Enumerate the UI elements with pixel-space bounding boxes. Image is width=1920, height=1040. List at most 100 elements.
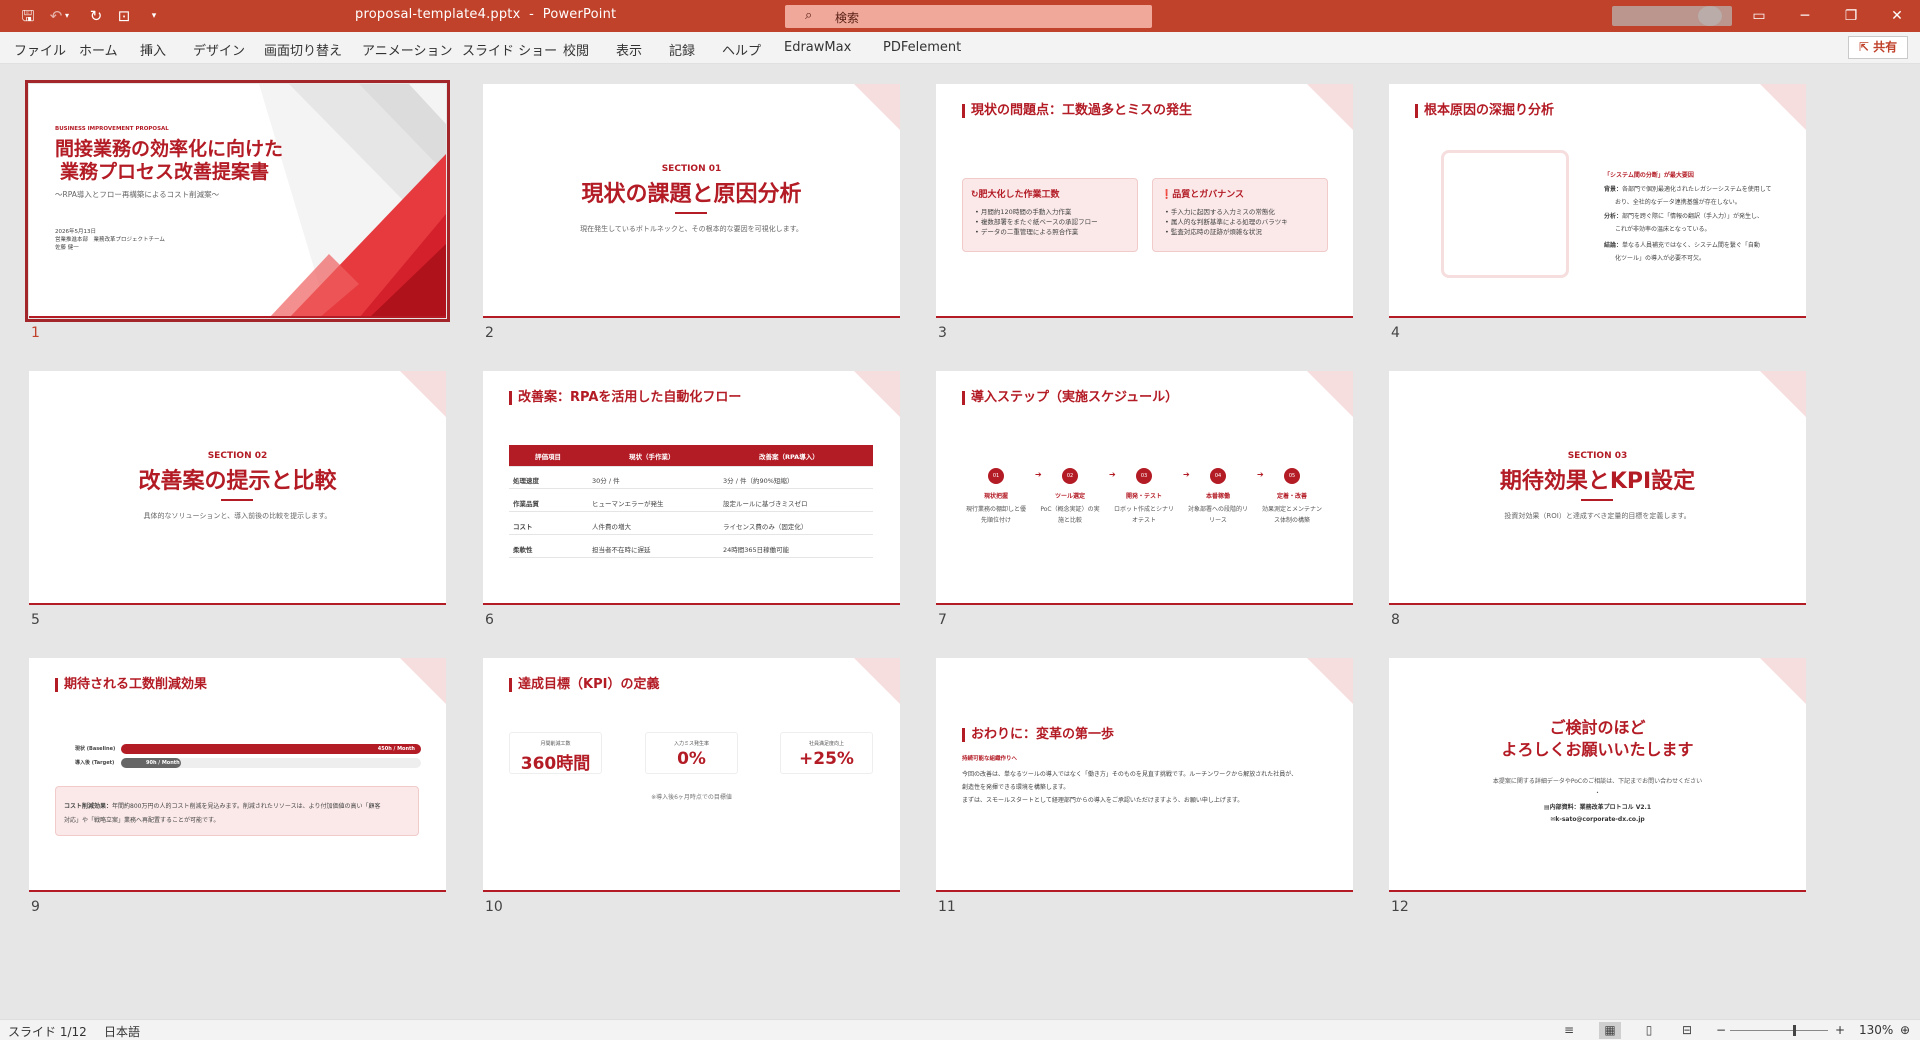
tab-record[interactable]: 記録 (669, 40, 695, 59)
slide-heading: 根本原因の深掘り分析 (1415, 104, 1554, 118)
step-description: 現行業務の棚卸しと優 先順位付け (965, 506, 1026, 524)
title-bar: 🖫 ↶ ▾ ↻ ⊡ ▾ proposal-template4.pptx - Po… (0, 0, 1920, 32)
ribbon-display-options-icon[interactable]: ▭ (1736, 0, 1782, 32)
conclusion-line2: 化ツール」の導入が必要不可欠。 (1615, 255, 1706, 262)
tab-pdfelement[interactable]: PDFelement (883, 40, 961, 55)
tab-help[interactable]: ヘルプ (722, 40, 761, 59)
status-bar: スライド 1/12 日本語 ≡ ▦ ▯ ⊟ − + 130% ⊕ (0, 1019, 1920, 1040)
corner-decoration (1307, 658, 1353, 704)
zoom-in-icon[interactable]: + (1835, 1023, 1845, 1037)
problem-card-quality: ❗品質とガバナンス • 手入力に起因する入力ミスの常態化 • 属人的な判断基準に… (1152, 178, 1328, 252)
slide-1-author: 佐藤 健一 (55, 245, 79, 251)
slide-thumbnail-10[interactable]: 達成目標（KPI）の定義 月間削減工数 360時間 入力ミス発生率 0% 社員満… (483, 658, 900, 915)
section-title: 期待効果とKPI設定 (1499, 469, 1696, 494)
notes-view-icon[interactable]: ≡ (1558, 1022, 1580, 1039)
tab-review[interactable]: 校閲 (563, 40, 589, 59)
slide-number: 8 (1391, 612, 1400, 628)
tab-transitions[interactable]: 画面切り替え (264, 40, 342, 59)
language-indicator[interactable]: 日本語 (104, 1023, 140, 1040)
zoom-slider[interactable] (1730, 1025, 1828, 1036)
slide-8-canvas[interactable]: SECTION 03 期待効果とKPI設定 投資対効果（ROI）と達成すべき定量… (1389, 371, 1806, 605)
kpi-card: 社員満足度向上 +25% (780, 732, 873, 774)
slide-10-canvas[interactable]: 達成目標（KPI）の定義 月間削減工数 360時間 入力ミス発生率 0% 社員満… (483, 658, 900, 892)
section-label: SECTION 03 (1567, 451, 1628, 461)
slide-indicator: スライド 1/12 (8, 1025, 87, 1039)
slide-thumbnail-8[interactable]: SECTION 03 期待効果とKPI設定 投資対効果（ROI）と達成すべき定量… (1389, 371, 1806, 628)
bar-value-baseline: 450h / Month (377, 746, 415, 752)
bar-label-baseline: 現状 (Baseline) (75, 746, 116, 752)
slide-5-canvas[interactable]: SECTION 02 改善案の提示と比較 具体的なソリューションと、導入前後の比… (29, 371, 446, 605)
slide-7-canvas[interactable]: 導入ステップ（実施スケジュール） 01 02 03 04 05 ➔ ➔ ➔ ➔ … (936, 371, 1353, 605)
kpi-card: 月間削減工数 360時間 (509, 732, 602, 774)
avatar[interactable] (1698, 6, 1722, 26)
slide-thumbnail-9[interactable]: 期待される工数削減効果 現状 (Baseline) 450h / Month 導… (29, 658, 446, 915)
bar-label-target: 導入後 (Target) (75, 760, 115, 766)
tab-view[interactable]: 表示 (616, 40, 642, 59)
slide-number: 10 (485, 899, 503, 915)
arrow-right-icon: ➔ (1109, 470, 1116, 479)
present-from-start-icon[interactable]: ⊡ (114, 6, 134, 26)
restore-button[interactable]: ❐ (1828, 0, 1874, 32)
image-placeholder (1441, 150, 1569, 278)
background-line2: おり、全社的なデータ連携基盤が存在しない。 (1615, 199, 1741, 206)
tab-file[interactable]: ファイル (14, 40, 66, 59)
corner-decoration (854, 658, 900, 704)
tab-insert[interactable]: 挿入 (140, 40, 166, 59)
cell: 担当者不在時に遅延 (592, 546, 651, 554)
reading-view-icon[interactable]: ▯ (1638, 1022, 1660, 1039)
tab-home[interactable]: ホーム (79, 40, 118, 59)
slide-4-canvas[interactable]: 根本原因の深掘り分析 「システム間の分断」が最大要因 背景：各部門で個別最適化さ… (1389, 84, 1806, 318)
share-button[interactable]: ⇱ 共有 (1848, 36, 1908, 59)
save-icon[interactable]: 🖫 (18, 6, 38, 26)
fit-to-window-icon[interactable]: ⊕ (1900, 1023, 1910, 1037)
tab-animations[interactable]: アニメーション (362, 40, 452, 59)
slide-thumbnail-12[interactable]: ご検討のほど よろしくお願いいたします 本提案に関する詳細データやPoCのご相談… (1389, 658, 1806, 915)
slide-11-canvas[interactable]: おわりに：変革の第一歩 持続可能な組織作りへ 今回の改善は、単なるツールの導入で… (936, 658, 1353, 892)
slide-thumbnail-4[interactable]: 根本原因の深掘り分析 「システム間の分断」が最大要因 背景：各部門で個別最適化さ… (1389, 84, 1806, 341)
slide-thumbnail-1[interactable]: BUSINESS IMPROVEMENT PROPOSAL 間接業務の効率化に向… (25, 80, 450, 341)
slide-thumbnail-6[interactable]: 改善案：RPAを活用した自動化フロー 評価項目 現状（手作業） 改善案（RPA導… (483, 371, 900, 628)
title-rule (1581, 499, 1613, 501)
table-row: 処理速度 30分 / 件 3分 / 件（約90%短縮） (509, 469, 873, 489)
col-header: 評価項目 (535, 453, 561, 461)
section-subtitle: 具体的なソリューションと、導入前後の比較を提示します。 (143, 512, 332, 520)
history-icon: ↻ (971, 190, 979, 200)
slide-thumbnail-5[interactable]: SECTION 02 改善案の提示と比較 具体的なソリューションと、導入前後の比… (29, 371, 446, 628)
kpi-value: +25% (799, 749, 854, 769)
cost-reduction-note: コスト削減効果：年間約800万円の人的コスト削減を見込みます。削減されたリソース… (55, 786, 419, 836)
slide-6-canvas[interactable]: 改善案：RPAを活用した自動化フロー 評価項目 現状（手作業） 改善案（RPA導… (483, 371, 900, 605)
kpi-value: 360時間 (520, 754, 591, 774)
slide-9-canvas[interactable]: 期待される工数削減効果 現状 (Baseline) 450h / Month 導… (29, 658, 446, 892)
slide-1-canvas[interactable]: BUSINESS IMPROVEMENT PROPOSAL 間接業務の効率化に向… (25, 80, 450, 322)
slide-thumbnail-7[interactable]: 導入ステップ（実施スケジュール） 01 02 03 04 05 ➔ ➔ ➔ ➔ … (936, 371, 1353, 628)
cell: コスト (513, 523, 533, 531)
slide-12-canvas[interactable]: ご検討のほど よろしくお願いいたします 本提案に関する詳細データやPoCのご相談… (1389, 658, 1806, 892)
tab-design[interactable]: デザイン (193, 40, 245, 59)
zoom-slider-thumb[interactable] (1793, 1025, 1796, 1036)
minimize-button[interactable]: ─ (1782, 0, 1828, 32)
section-title: 改善案の提示と比較 (138, 469, 337, 494)
customize-qat-icon[interactable]: ▾ (144, 6, 164, 26)
slideshow-view-icon[interactable]: ⊟ (1676, 1022, 1698, 1039)
tab-slideshow[interactable]: スライド ショー (462, 40, 557, 59)
zoom-level[interactable]: 130% (1859, 1023, 1893, 1037)
step-label: 本番稼働 (1205, 493, 1230, 500)
close-button[interactable]: ✕ (1874, 0, 1920, 32)
slide-thumbnail-11[interactable]: おわりに：変革の第一歩 持続可能な組織作りへ 今回の改善は、単なるツールの導入で… (936, 658, 1353, 915)
redo-icon[interactable]: ↻ (86, 6, 106, 26)
corner-decoration (854, 84, 900, 130)
slide-thumbnail-2[interactable]: SECTION 01 現状の課題と原因分析 現在発生しているボトルネックと、その… (483, 84, 900, 341)
slide-3-canvas[interactable]: 現状の問題点：工数過多とミスの発生 ↻肥大化した作業工数 • 月間約120時間の… (936, 84, 1353, 318)
note-line1: コスト削減効果：年間約800万円の人的コスト削減を見込みます。削減されたリソース… (64, 803, 381, 810)
slide-sorter-view-icon[interactable]: ▦ (1599, 1022, 1621, 1039)
tab-edrawmax[interactable]: EdrawMax (784, 40, 851, 55)
search-box[interactable]: ⌕ 検索 (785, 5, 1152, 28)
section-title: 現状の課題と原因分析 (581, 182, 802, 207)
slide-2-canvas[interactable]: SECTION 01 現状の課題と原因分析 現在発生しているボトルネックと、その… (483, 84, 900, 318)
slide-thumbnail-3[interactable]: 現状の問題点：工数過多とミスの発生 ↻肥大化した作業工数 • 月間約120時間の… (936, 84, 1353, 341)
corner-decoration (400, 371, 446, 417)
corner-decoration (1760, 371, 1806, 417)
card-title: ❗品質とガバナンス (1161, 190, 1245, 200)
zoom-out-icon[interactable]: − (1716, 1023, 1726, 1037)
undo-dropdown-icon[interactable]: ▾ (62, 6, 72, 26)
